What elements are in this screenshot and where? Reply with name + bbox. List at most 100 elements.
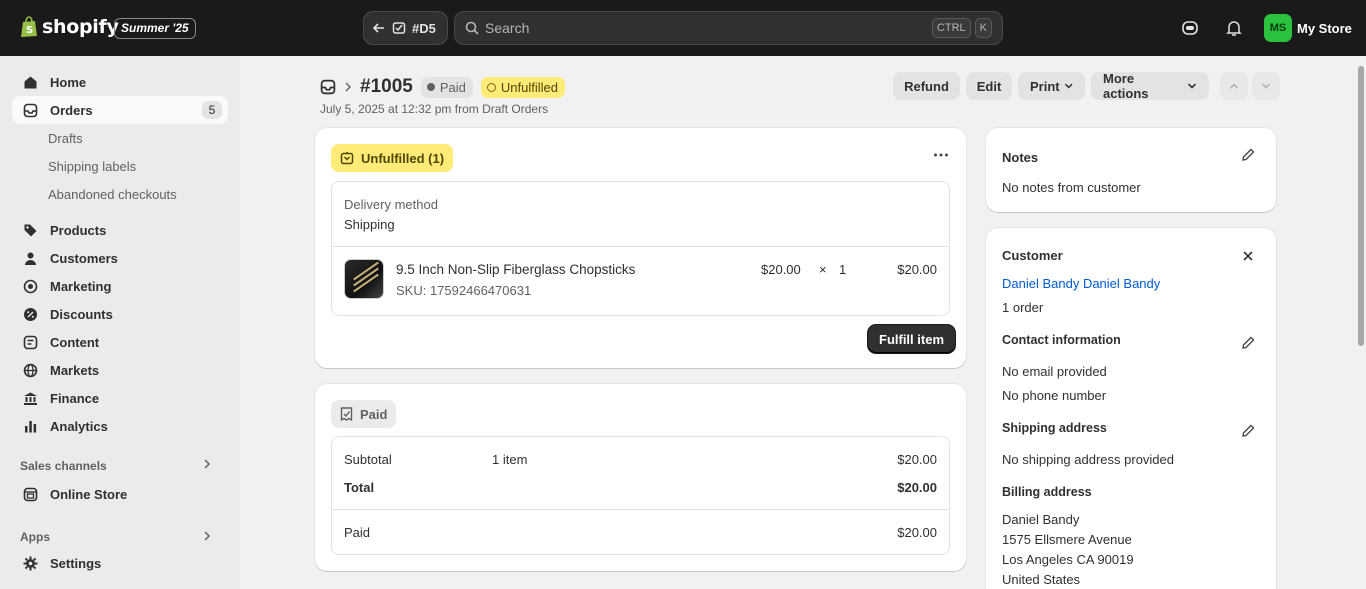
product-thumbnail[interactable]	[344, 259, 384, 299]
paid-badge: Paid	[331, 400, 397, 428]
sidebar-item-customers[interactable]: Customers	[12, 244, 228, 272]
total-value: $20.00	[897, 480, 937, 495]
store-menu[interactable]: MS My Store	[1264, 14, 1352, 42]
draft-order-icon	[392, 22, 406, 34]
payment-summary-box: Subtotal 1 item $20.00 Total $20.00 Paid…	[331, 436, 950, 555]
sidebar-item-analytics[interactable]: Analytics	[12, 412, 228, 440]
item-quantity: 1	[839, 262, 847, 277]
sidebar-item-settings[interactable]: Settings	[12, 549, 228, 577]
more-actions-button[interactable]: More actions	[1091, 71, 1209, 101]
sales-channels-heading[interactable]: Sales channels	[20, 459, 107, 473]
previous-order-button[interactable]	[1220, 72, 1248, 100]
shopify-bag-icon: S	[21, 16, 37, 37]
billing-line: Daniel Bandy	[1002, 512, 1080, 527]
back-to-draft-button[interactable]: #D5	[363, 11, 448, 45]
close-icon[interactable]	[1242, 250, 1254, 262]
billing-address-title: Billing address	[1002, 485, 1092, 499]
shopify-logo[interactable]: S shopify	[20, 16, 119, 38]
sidebar-item-drafts[interactable]: Drafts	[48, 131, 83, 146]
sidebar-item-markets[interactable]: Markets	[12, 356, 228, 384]
sidebar-label-orders: Orders	[50, 102, 93, 118]
chevron-down-icon	[1064, 83, 1073, 89]
store-icon	[22, 486, 38, 502]
divider	[332, 509, 949, 510]
sidebar-label-marketing: Marketing	[50, 278, 112, 294]
sidebar-label-markets: Markets	[50, 362, 100, 378]
sidebar-item-orders[interactable]: Orders 5	[12, 96, 228, 124]
sidebar-item-marketing[interactable]: Marketing	[12, 272, 228, 300]
unfulfilled-label: Unfulfilled (1)	[361, 150, 445, 166]
shortcut-ctrl: CTRL	[931, 18, 971, 38]
search-placeholder: Search	[485, 20, 530, 36]
print-button[interactable]: Print	[1018, 72, 1085, 100]
more-options-icon[interactable]	[932, 146, 950, 167]
scrollbar-thumb[interactable]	[1358, 66, 1364, 346]
paid-label: Paid	[360, 406, 388, 422]
breadcrumb-chevron-icon	[345, 82, 351, 92]
receipt-icon	[340, 407, 353, 421]
chevron-right-icon[interactable]	[202, 458, 212, 473]
svg-text:S: S	[26, 25, 33, 36]
pencil-icon[interactable]	[1240, 423, 1256, 439]
pencil-icon[interactable]	[1240, 147, 1256, 163]
customer-card: Customer Daniel Bandy Daniel Bandy 1 ord…	[986, 228, 1276, 589]
sidebar-item-discounts[interactable]: Discounts	[12, 300, 228, 328]
payment-card: Paid Subtotal 1 item $20.00 Total $20.00…	[315, 384, 966, 571]
sidebar-label-finance: Finance	[50, 390, 100, 406]
customer-name-link[interactable]: Daniel Bandy Daniel Bandy	[1002, 276, 1160, 291]
chevron-down-icon	[1187, 83, 1197, 89]
store-avatar: MS	[1264, 14, 1292, 42]
line-items-box: Delivery method Shipping 9.5 Inch Non-Sl…	[331, 181, 950, 316]
sidebar-item-finance[interactable]: Finance	[12, 384, 228, 412]
sidebar-item-content[interactable]: Content	[12, 328, 228, 356]
arrow-left-icon	[372, 23, 384, 33]
sidekick-button[interactable]	[1179, 17, 1201, 39]
billing-line: 1575 Ellsmere Avenue	[1002, 532, 1132, 547]
shortcut-k: K	[974, 18, 992, 38]
discount-icon	[22, 306, 38, 322]
contact-info-title: Contact information	[1002, 333, 1121, 347]
order-date: July 5, 2025 at 12:32 pm from Draft Orde…	[320, 102, 549, 116]
bank-icon	[22, 390, 38, 406]
gear-icon	[22, 555, 38, 571]
customer-title: Customer	[1002, 248, 1063, 263]
top-bar: S shopify Summer '25 #D5 Search CTRL K M…	[0, 0, 1366, 56]
chevron-right-icon[interactable]	[202, 530, 212, 545]
sidebar-item-products[interactable]: Products	[12, 216, 228, 244]
orders-icon[interactable]	[320, 79, 336, 95]
sidebar-item-online-store[interactable]: Online Store	[12, 480, 228, 508]
total-label: Total	[344, 480, 375, 495]
subtotal-label: Subtotal	[344, 452, 392, 467]
sidebar-label-discounts: Discounts	[50, 306, 113, 322]
sidebar-item-abandoned-checkouts[interactable]: Abandoned checkouts	[48, 187, 177, 202]
paid-row-value: $20.00	[897, 525, 937, 540]
sidebar: Home Orders 5 Drafts Shipping labels Aba…	[0, 56, 240, 589]
apps-heading[interactable]: Apps	[20, 530, 50, 544]
fulfill-item-button[interactable]: Fulfill item	[868, 325, 955, 353]
bar-chart-icon	[22, 418, 38, 434]
page-scrollbar[interactable]	[1356, 56, 1366, 589]
sidekick-icon	[1182, 21, 1198, 35]
notifications-button[interactable]	[1223, 17, 1245, 39]
delivery-method-label: Delivery method	[344, 197, 438, 212]
shipping-address-text: No shipping address provided	[1002, 452, 1174, 467]
orders-icon	[22, 102, 38, 118]
sidebar-item-shipping-labels[interactable]: Shipping labels	[48, 159, 136, 174]
product-name-link[interactable]: 9.5 Inch Non-Slip Fiberglass Chopsticks	[396, 262, 635, 277]
refund-button[interactable]: Refund	[893, 72, 960, 100]
edit-button[interactable]: Edit	[966, 72, 1012, 100]
chevron-down-icon	[1261, 83, 1271, 89]
unfulfilled-badge: Unfulfilled (1)	[331, 144, 454, 172]
sidebar-item-home[interactable]: Home	[12, 68, 228, 96]
sidebar-label-settings: Settings	[50, 555, 102, 571]
search-bar[interactable]: Search CTRL K	[454, 11, 1003, 45]
pencil-icon[interactable]	[1240, 335, 1256, 351]
status-ring-icon	[486, 82, 496, 92]
fulfillment-status-label: Unfulfilled	[500, 79, 558, 95]
home-icon	[22, 74, 38, 90]
chevron-up-icon	[1229, 83, 1239, 89]
billing-line: United States	[1002, 572, 1081, 587]
fulfillment-status-badge: Unfulfilled	[480, 76, 565, 98]
customer-orders[interactable]: 1 order	[1002, 300, 1043, 315]
next-order-button[interactable]	[1252, 72, 1280, 100]
